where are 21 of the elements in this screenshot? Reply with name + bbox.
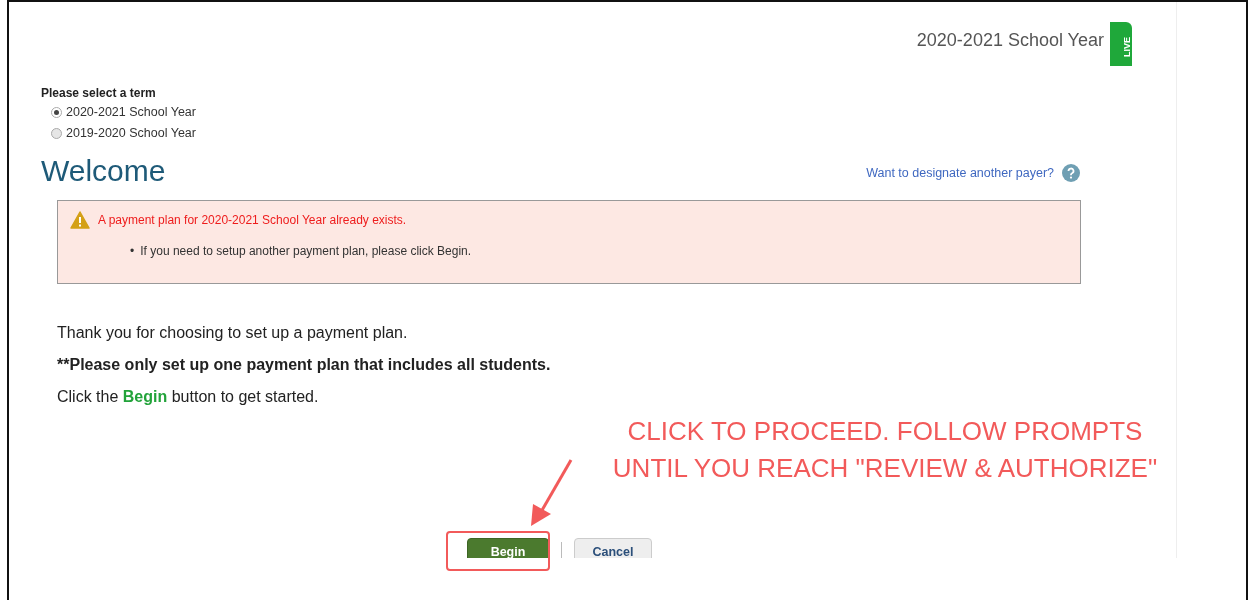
- term-option-label[interactable]: 2019-2020 School Year: [66, 126, 196, 140]
- live-badge: LIVE: [1110, 22, 1132, 66]
- warning-icon: [70, 211, 90, 229]
- term-title: 2020-2021 School Year: [916, 30, 1104, 51]
- designate-payer-link[interactable]: Want to designate another payer?: [866, 166, 1054, 180]
- help-icon[interactable]: [1062, 164, 1080, 182]
- alert-message: A payment plan for 2020-2021 School Year already exists.: [98, 213, 407, 227]
- term-label: Please select a term: [41, 86, 157, 100]
- annotation-text: CLICK TO PROCEED. FOLLOW PROMPTS: [627, 416, 1143, 447]
- alert-item: If you need to setup another payment plan, please click Begin.: [140, 243, 472, 259]
- annotation-text: UNTIL YOU REACH "REVIEW & AUTHORIZE": [612, 453, 1158, 484]
- begin-button[interactable]: Begin: [467, 538, 549, 558]
- intro-text: Click the Begin button to get started.: [57, 388, 320, 406]
- radio-button[interactable]: [51, 106, 62, 118]
- intro-text: Thank you for choosing to set up a payment plan.: [57, 324, 409, 342]
- welcome-heading: Welcome: [41, 154, 166, 188]
- intro-text: **Please only set up one payment plan that includes all students.: [57, 356, 552, 374]
- bullet-mark: •: [130, 243, 135, 259]
- cancel-button[interactable]: Cancel: [574, 538, 652, 558]
- radio-button[interactable]: [51, 127, 62, 139]
- term-option-label[interactable]: 2020-2021 School Year: [66, 105, 196, 119]
